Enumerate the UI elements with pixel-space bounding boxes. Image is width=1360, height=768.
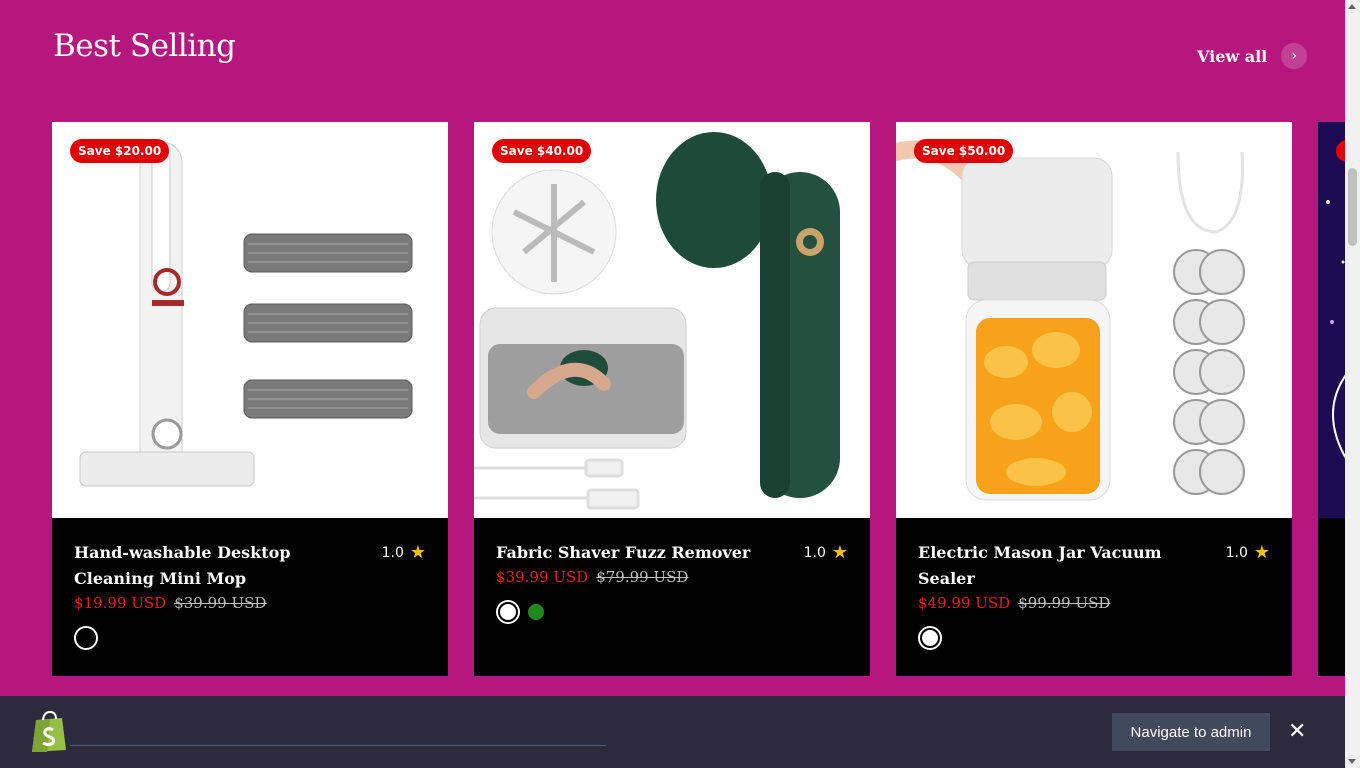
close-icon[interactable]: ✕: [1288, 721, 1306, 743]
save-badge: Save $50.00: [914, 139, 1014, 163]
swatch-green[interactable]: [528, 604, 544, 620]
product-image[interactable]: Save $50.00: [896, 122, 1292, 518]
star-icon: ★: [1253, 542, 1270, 563]
product-card[interactable]: Save $20.00 Hand-washable Desktop Cleani…: [52, 122, 448, 676]
product-card[interactable]: Save $50.00 Electric Mason Jar Vacuum Se: [896, 122, 1292, 676]
color-swatches: [496, 600, 848, 624]
original-price: $79.99 USD: [596, 568, 689, 586]
product-title[interactable]: Hand-washable Desktop Cleaning Mini Mop: [74, 540, 364, 592]
shopify-bag-icon: [30, 710, 68, 752]
save-badge: Save $40.00: [492, 139, 592, 163]
price-row: $39.99 USD $79.99 USD: [496, 568, 848, 586]
scroll-up-arrow-icon[interactable]: [1348, 4, 1356, 9]
swatch-white[interactable]: [74, 626, 98, 650]
scroll-thumb[interactable]: [1348, 168, 1357, 246]
product-card[interactable]: Save $40.00 Fabric Shaver Fuzz Remover 1…: [474, 122, 870, 676]
price-row: $19.99 USD $39.99 USD: [74, 594, 426, 612]
price-row: $49.99 USD $99.99 USD: [918, 594, 1270, 612]
rating-value: 1.0: [381, 545, 404, 561]
scroll-down-arrow-icon[interactable]: [1348, 759, 1356, 764]
view-all-link[interactable]: View all ›: [1197, 43, 1308, 69]
page-scrollbar[interactable]: [1345, 0, 1360, 768]
rating-value: 1.0: [1225, 545, 1248, 561]
sale-price: $39.99 USD: [496, 568, 589, 586]
color-swatches: [74, 626, 426, 650]
sale-price: $19.99 USD: [74, 594, 167, 612]
product-rating: 1.0 ★: [804, 544, 848, 562]
product-image[interactable]: Save $20.00: [52, 122, 448, 518]
original-price: $39.99 USD: [174, 594, 267, 612]
admin-bar-divider: [70, 745, 606, 746]
navigate-to-admin-button[interactable]: Navigate to admin: [1112, 713, 1270, 751]
rating-value: 1.0: [803, 545, 826, 561]
sale-price: $49.99 USD: [918, 594, 1011, 612]
view-all-label: View all: [1197, 46, 1268, 66]
original-price: $99.99 USD: [1018, 594, 1111, 612]
product-title[interactable]: Electric Mason Jar Vacuum Sealer: [918, 540, 1208, 592]
product-image[interactable]: Save $40.00: [474, 122, 870, 518]
star-icon: ★: [831, 542, 848, 563]
swatch-white-selected[interactable]: [918, 626, 942, 650]
section-title: Best Selling: [53, 28, 236, 64]
product-title[interactable]: Fabric Shaver Fuzz Remover: [496, 540, 786, 566]
product-rating: 1.0 ★: [1226, 544, 1270, 562]
color-swatches: [918, 626, 1270, 650]
save-badge: Save $20.00: [70, 139, 170, 163]
shopify-admin-bar: Navigate to admin ✕: [0, 696, 1345, 768]
swatch-white-selected[interactable]: [496, 600, 520, 624]
star-icon: ★: [409, 542, 426, 563]
chevron-right-icon: ›: [1281, 43, 1308, 69]
product-rating: 1.0 ★: [382, 544, 426, 562]
